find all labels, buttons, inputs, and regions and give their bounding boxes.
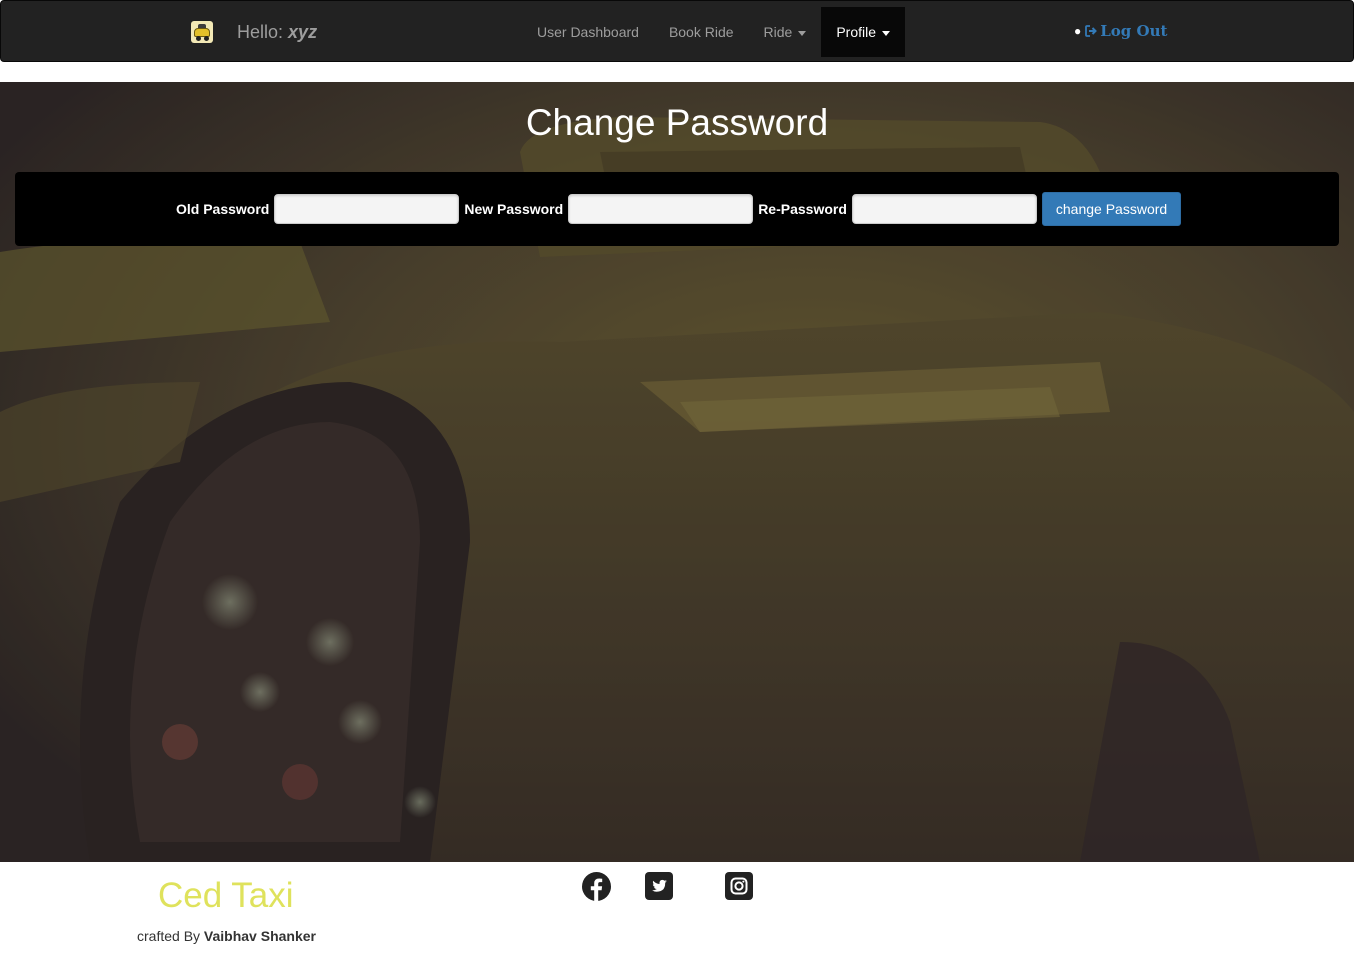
nav-item-label: User Dashboard bbox=[537, 24, 639, 40]
nav-menu: User Dashboard Book Ride Ride Profile bbox=[522, 7, 906, 57]
taxi-logo-icon[interactable] bbox=[191, 21, 213, 43]
re-password-input[interactable] bbox=[851, 194, 1037, 224]
nav-item-user-dashboard[interactable]: User Dashboard bbox=[522, 7, 654, 57]
new-password-input[interactable] bbox=[568, 194, 754, 224]
change-password-form: Old Password New Password Re-Password ch… bbox=[15, 172, 1339, 246]
new-password-label: New Password bbox=[464, 201, 564, 217]
old-password-input[interactable] bbox=[274, 194, 460, 224]
nav-item-label: Ride bbox=[763, 24, 793, 40]
old-password-label: Old Password bbox=[176, 201, 270, 217]
nav-item-label: Book Ride bbox=[668, 24, 734, 40]
top-navbar: Hello: xyz User Dashboard Book Ride Ride… bbox=[0, 0, 1354, 62]
instagram-icon[interactable] bbox=[725, 872, 754, 901]
footer-credit: crafted By Vaibhav Shanker bbox=[137, 928, 316, 944]
facebook-icon[interactable] bbox=[582, 872, 611, 901]
credit-prefix: crafted By bbox=[137, 928, 201, 944]
caret-down-icon bbox=[882, 30, 891, 36]
greeting-label: Hello: bbox=[237, 22, 284, 42]
nav-item-book-ride[interactable]: Book Ride bbox=[654, 7, 749, 57]
logout-label: Log Out bbox=[1100, 22, 1168, 40]
nav-item-profile-dropdown[interactable]: Profile bbox=[821, 7, 906, 57]
twitter-icon[interactable] bbox=[645, 872, 674, 901]
footer-brand: Ced Taxi bbox=[158, 876, 294, 915]
nav-item-label: Profile bbox=[836, 24, 877, 40]
change-password-button[interactable]: change Password bbox=[1041, 192, 1182, 226]
hero-section: Change Password Old Password New Passwor… bbox=[0, 82, 1354, 862]
caret-down-icon bbox=[798, 30, 807, 36]
username: xyz bbox=[288, 22, 318, 42]
author-name: Vaibhav Shanker bbox=[203, 928, 316, 944]
bullet-icon: ● bbox=[1074, 24, 1082, 38]
page-title: Change Password bbox=[525, 102, 829, 143]
sign-out-icon bbox=[1085, 25, 1098, 37]
greeting: Hello: xyz bbox=[237, 22, 317, 43]
re-password-label: Re-Password bbox=[758, 201, 847, 217]
logout-link[interactable]: ● Log Out bbox=[1074, 22, 1167, 40]
nav-item-ride-dropdown[interactable]: Ride bbox=[749, 7, 822, 57]
